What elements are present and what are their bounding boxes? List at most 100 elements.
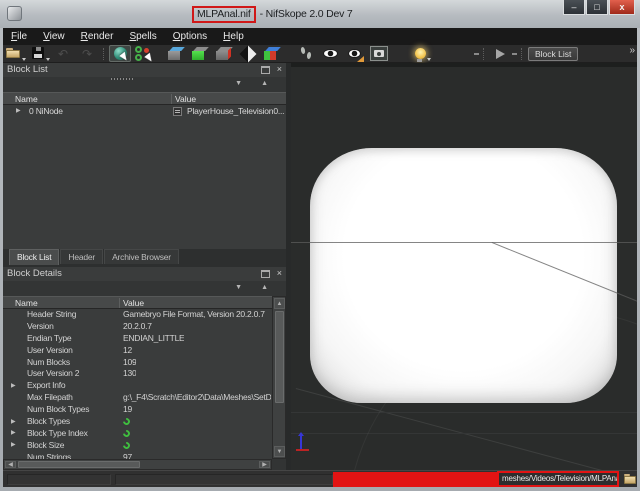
expand-arrow-icon[interactable]: ▶	[11, 442, 15, 449]
play-animation-button[interactable]	[489, 45, 511, 62]
close-button[interactable]: x	[609, 0, 635, 15]
float-panel-button[interactable]	[261, 270, 270, 278]
walk-mode-button[interactable]	[295, 45, 317, 62]
toolbar-separator	[483, 48, 484, 60]
row-name: Num Block Types	[27, 404, 89, 416]
select-object-button[interactable]	[109, 45, 131, 62]
row-name: User Version	[27, 345, 73, 357]
column-header-value[interactable]: Value	[123, 297, 144, 309]
scroll-down-arrow[interactable]: ▼	[274, 446, 285, 457]
block-details-row[interactable]: Max Filepathg:\_F4\Scratch\Editor2\Data\…	[3, 392, 272, 404]
column-header-value[interactable]: Value	[175, 93, 196, 105]
view-side-button[interactable]	[213, 45, 235, 62]
details-hscrollbar[interactable]: ◀ ▶	[3, 459, 272, 470]
collapse-all-button[interactable]: ▼	[235, 80, 242, 87]
menu-item-options[interactable]: Options	[165, 28, 215, 45]
details-vscrollbar[interactable]: ▲ ▼	[272, 296, 286, 459]
tab-header[interactable]: Header	[60, 249, 103, 264]
menu-item-help[interactable]: Help	[215, 28, 252, 45]
block-list-panel-title: Block List	[7, 64, 48, 75]
browse-folder-button[interactable]	[624, 474, 637, 484]
block-details-row[interactable]: ▶Block Type Index	[3, 428, 272, 440]
expand-arrow-icon[interactable]: ▶	[11, 383, 15, 390]
block-list-view-combo[interactable]: Block List	[528, 47, 578, 61]
expand-arrow-icon[interactable]: ▶	[11, 430, 15, 437]
cube-blue-top-icon	[168, 47, 184, 61]
eye-icon	[323, 49, 338, 58]
block-list-tree[interactable]: ▶0 NiNodePlayerHouse_Television0...	[3, 105, 286, 249]
expand-arrow-icon[interactable]: ▶	[16, 108, 20, 115]
redo-button[interactable]: ↷	[76, 45, 98, 62]
camera-frame-icon	[370, 46, 388, 61]
splitter-handle-dots[interactable]	[111, 78, 133, 80]
block-details-row[interactable]: Num Block Types19	[3, 404, 272, 416]
vertex-ring-icon	[135, 54, 142, 61]
menu-item-spells[interactable]: Spells	[121, 28, 164, 45]
show-nodes-button[interactable]	[343, 45, 365, 62]
viewport-3d[interactable]	[291, 63, 637, 470]
view-top-button[interactable]	[165, 45, 187, 62]
block-list-row[interactable]: ▶0 NiNodePlayerHouse_Television0...	[3, 105, 286, 118]
block-details-table[interactable]: Header StringGamebryo File Format, Versi…	[3, 309, 272, 459]
block-details-row[interactable]: ▶Block Size	[3, 440, 272, 452]
screenshot-button[interactable]	[367, 45, 391, 62]
hscroll-thumb[interactable]	[18, 461, 140, 468]
flip-diamond-icon	[240, 45, 257, 62]
collapse-all-button[interactable]: ▼	[235, 284, 242, 291]
scroll-right-arrow[interactable]: ▶	[259, 461, 270, 468]
block-details-row[interactable]: User Version12	[3, 345, 272, 357]
block-details-row[interactable]: Endian TypeENDIAN_LITTLE	[3, 333, 272, 345]
undo-button[interactable]: ↶	[52, 45, 74, 62]
floppy-label-icon	[34, 54, 42, 58]
block-details-row[interactable]: Header StringGamebryo File Format, Versi…	[3, 309, 272, 321]
maximize-button[interactable]: □	[586, 0, 608, 15]
cube-red-side-icon	[216, 47, 232, 61]
play-icon	[496, 49, 505, 59]
show-hidden-button[interactable]	[319, 45, 341, 62]
column-header-name[interactable]: Name	[15, 297, 38, 309]
select-vertex-button[interactable]	[133, 45, 155, 62]
nifskope-window: { "window": { "title_file": "MLPAnal.nif…	[0, 0, 640, 491]
tab-archive-browser[interactable]: Archive Browser	[104, 249, 179, 264]
lighting-button[interactable]	[409, 45, 431, 62]
lightbulb-base-icon	[417, 59, 422, 62]
block-details-row[interactable]: Num Blocks109	[3, 357, 272, 369]
file-path-field-annotated[interactable]: meshes/Videos/Television/MLPAnal.nif	[497, 471, 619, 487]
floppy-shutter-icon	[36, 47, 41, 51]
drag-handle[interactable]	[474, 53, 479, 55]
tab-block-list[interactable]: Block List	[9, 249, 59, 265]
user-view-button[interactable]	[261, 45, 283, 62]
block-details-row[interactable]: User Version 2130	[3, 368, 272, 380]
block-details-panel-tools: ▼ ▲	[3, 281, 286, 296]
scroll-up-arrow[interactable]: ▲	[274, 298, 285, 309]
menu-item-view[interactable]: View	[35, 28, 73, 45]
block-details-row[interactable]: ▶Block Types	[3, 416, 272, 428]
block-details-row[interactable]: Version20.2.0.7	[3, 321, 272, 333]
block-details-row[interactable]: Num Strings97	[3, 452, 272, 459]
menu-bar: FileViewRenderSpellsOptionsHelp	[3, 28, 637, 45]
save-file-button[interactable]	[28, 45, 50, 62]
scroll-left-arrow[interactable]: ◀	[5, 461, 16, 468]
minimize-button[interactable]: –	[563, 0, 585, 15]
title-bar: MLPAnal.nif - NifSkope 2.0 Dev 7 – □ x	[0, 0, 640, 28]
toolbar-overflow-chevron[interactable]: »	[629, 45, 635, 56]
expand-all-button[interactable]: ▲	[261, 284, 268, 291]
column-header-name[interactable]: Name	[15, 93, 38, 105]
menu-item-render[interactable]: Render	[73, 28, 122, 45]
status-segment	[7, 474, 111, 485]
close-panel-button[interactable]: ×	[277, 63, 282, 76]
vscroll-thumb[interactable]	[275, 311, 284, 403]
float-panel-button[interactable]	[261, 66, 270, 74]
expand-all-button[interactable]: ▲	[261, 80, 268, 87]
row-value: PlayerHouse_Television0...	[187, 105, 284, 118]
expand-arrow-icon[interactable]: ▶	[11, 419, 15, 426]
block-details-row[interactable]: ▶Export Info	[3, 380, 272, 392]
open-file-button[interactable]	[4, 45, 26, 62]
drag-handle[interactable]	[512, 53, 517, 55]
close-panel-button[interactable]: ×	[277, 267, 282, 280]
view-front-button[interactable]	[189, 45, 211, 62]
window-title-filename-annotated: MLPAnal.nif	[192, 6, 256, 23]
block-details-panel-title: Block Details	[7, 268, 62, 279]
flip-view-button[interactable]	[237, 45, 259, 62]
menu-item-file[interactable]: File	[3, 28, 35, 45]
